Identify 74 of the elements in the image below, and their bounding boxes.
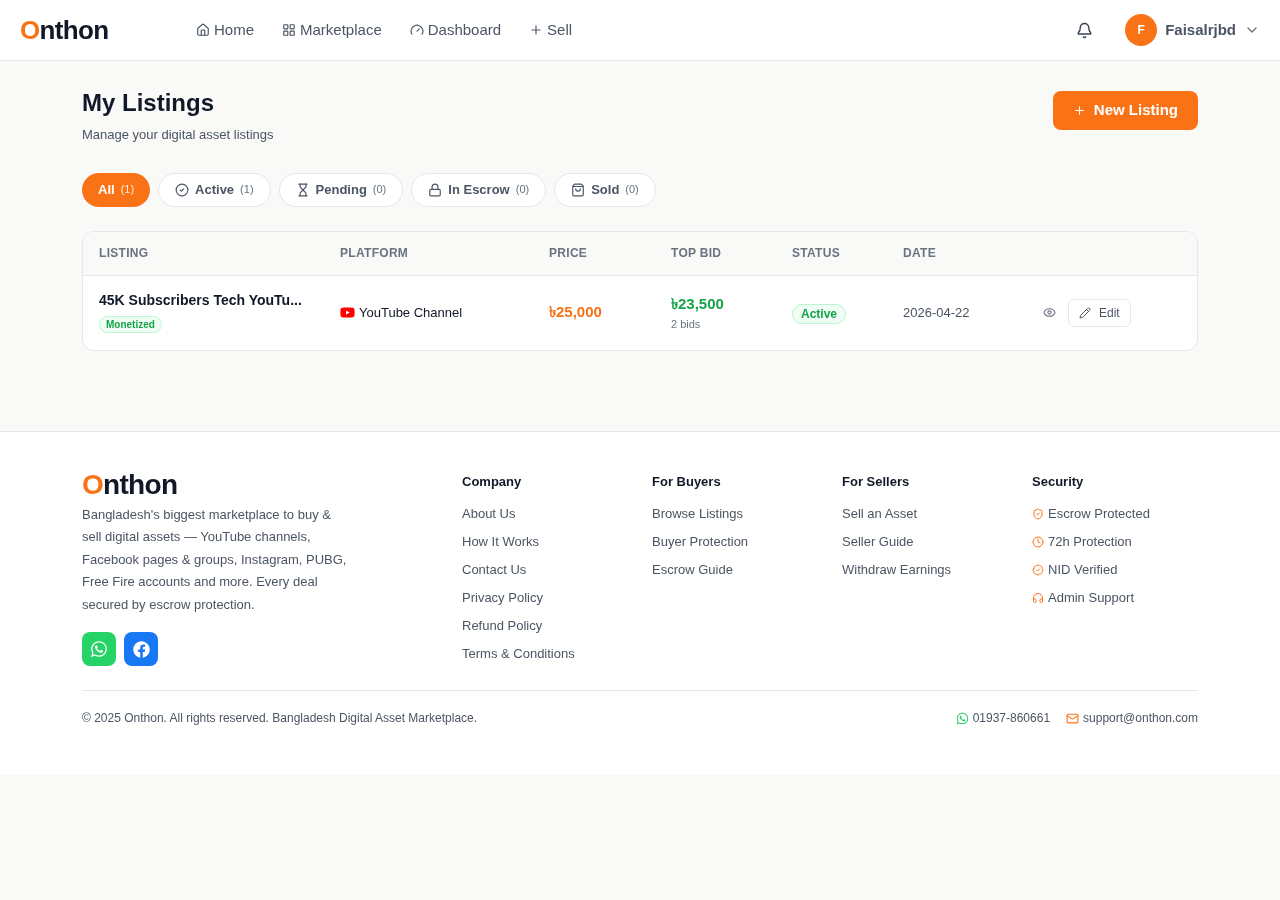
shield-icon bbox=[1032, 507, 1044, 520]
listing-title[interactable]: 45K Subscribers Tech YouTu... bbox=[99, 290, 340, 311]
column-header: DATE bbox=[903, 245, 937, 262]
footer-link[interactable]: NID Verified bbox=[1032, 560, 1198, 579]
footer-heading: Security bbox=[1032, 472, 1085, 491]
whatsapp-icon bbox=[90, 640, 108, 658]
nav-link[interactable]: Dashboard bbox=[409, 18, 502, 42]
youtube-icon bbox=[340, 305, 355, 320]
footer-about: Bangladesh's biggest marketplace to buy & sell digital assets — YouTube channels, Facebook pages & groups, Instagram, PUBG, Free Fire accounts and more. Every deal secured by escrow protection. bbox=[82, 505, 348, 614]
footer-link[interactable]: Contact Us bbox=[462, 560, 652, 579]
footer-heading: For Sellers bbox=[842, 472, 911, 491]
column-header: STATUS bbox=[792, 245, 842, 262]
status-badge: Active bbox=[792, 303, 847, 324]
footer-link[interactable]: Terms & Conditions bbox=[462, 644, 652, 663]
logo[interactable]: Onthon bbox=[20, 10, 196, 50]
copyright-text: © 2025 Onthon. All rights reserved. Bangladesh Digital Asset Marketplace. bbox=[82, 710, 478, 727]
footer-link[interactable]: Browse Listings bbox=[652, 504, 842, 523]
footer-link[interactable]: Escrow Guide bbox=[652, 560, 842, 579]
contact-link[interactable]: 01937-860661 bbox=[955, 709, 1051, 727]
footer-link[interactable]: Refund Policy bbox=[462, 616, 652, 635]
footer-link[interactable]: Withdraw Earnings bbox=[842, 560, 1032, 579]
monetized-tag: Monetized bbox=[99, 316, 162, 333]
footer-link[interactable]: About Us bbox=[462, 504, 652, 523]
notification-bell-icon[interactable] bbox=[1076, 21, 1094, 39]
column-header: PLATFORM bbox=[340, 245, 410, 262]
date-text: 2026-04-22 bbox=[903, 303, 971, 322]
hourglass-icon bbox=[295, 182, 310, 197]
clock-icon bbox=[1032, 535, 1044, 548]
footer-link[interactable]: Sell an Asset bbox=[842, 504, 1032, 523]
home-icon bbox=[196, 23, 210, 37]
price-text: ৳25,000 bbox=[549, 302, 603, 323]
filter-tab[interactable]: Pending (0) bbox=[278, 172, 404, 207]
footer-heading: For Buyers bbox=[652, 472, 722, 491]
bag-icon bbox=[571, 182, 586, 197]
footer-link[interactable]: 72h Protection bbox=[1032, 532, 1198, 551]
view-icon[interactable] bbox=[1043, 306, 1056, 319]
plus-icon bbox=[1072, 104, 1086, 117]
column-header: TOP BID bbox=[671, 245, 723, 262]
filter-tab[interactable]: Active (1) bbox=[158, 172, 271, 207]
top-bid-text: ৳23,500 bbox=[671, 294, 725, 314]
filter-tab[interactable]: Sold (0) bbox=[554, 172, 656, 207]
pencil-icon bbox=[1079, 306, 1091, 319]
footer-heading: Company bbox=[462, 472, 523, 491]
column-header: LISTING bbox=[99, 245, 150, 262]
footer-link[interactable]: Escrow Protected bbox=[1032, 504, 1198, 523]
check-circle-icon bbox=[175, 182, 190, 197]
headphones-icon bbox=[1032, 591, 1044, 604]
page-subtitle: Manage your digital asset listings bbox=[82, 126, 274, 144]
footer-link[interactable]: Buyer Protection bbox=[652, 532, 842, 551]
mail-icon bbox=[1066, 711, 1080, 725]
footer-link[interactable]: How It Works bbox=[462, 532, 652, 551]
nav-link[interactable]: Home bbox=[196, 18, 254, 42]
footer-link[interactable]: Seller Guide bbox=[842, 532, 1032, 551]
footer-link[interactable]: Privacy Policy bbox=[462, 588, 652, 607]
facebook-icon bbox=[132, 640, 150, 658]
plus-icon bbox=[529, 23, 544, 37]
page-title: My Listings bbox=[82, 88, 215, 118]
whatsapp-icon bbox=[955, 711, 969, 725]
filter-tab[interactable]: In Escrow (0) bbox=[411, 172, 547, 207]
edit-button[interactable]: Edit bbox=[1068, 298, 1131, 327]
footer-link[interactable]: Admin Support bbox=[1032, 588, 1198, 607]
logo[interactable]: Onthon bbox=[82, 469, 462, 500]
contact-link[interactable]: support@onthon.com bbox=[1066, 709, 1198, 727]
platform-text: YouTube Channel bbox=[359, 303, 463, 322]
facebook-button[interactable] bbox=[124, 632, 158, 666]
badge-check-icon bbox=[1032, 563, 1044, 576]
lock-icon bbox=[428, 182, 443, 197]
bid-count: 2 bids bbox=[671, 316, 702, 332]
nav-link[interactable]: Sell bbox=[529, 18, 573, 42]
nav-link[interactable]: Marketplace bbox=[282, 18, 382, 42]
column-header: PRICE bbox=[549, 245, 589, 262]
user-name[interactable]: Faisalrjbd bbox=[1165, 18, 1236, 42]
gauge-icon bbox=[409, 23, 424, 37]
grid-icon bbox=[282, 23, 296, 37]
